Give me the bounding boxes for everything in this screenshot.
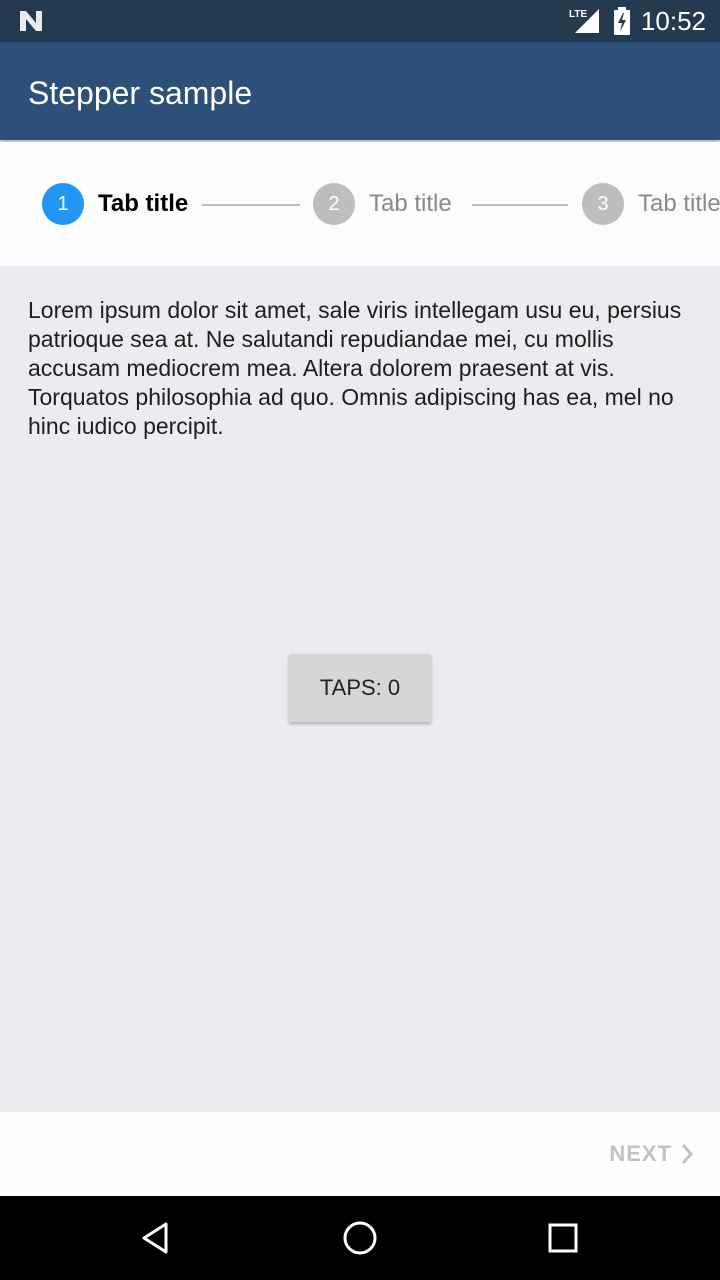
step-number-2: 2 xyxy=(313,183,355,225)
battery-charging-icon xyxy=(613,7,630,35)
back-icon[interactable] xyxy=(136,1216,180,1260)
chevron-right-icon xyxy=(681,1144,694,1164)
system-nav-bar xyxy=(0,1196,720,1280)
step-tab-1[interactable]: 1 Tab title xyxy=(42,182,188,226)
step-connector-1 xyxy=(202,204,300,206)
lte-signal-icon: LTE xyxy=(569,9,599,33)
status-bar: LTE 10:52 xyxy=(0,0,720,42)
content-text: Lorem ipsum dolor sit amet, sale viris i… xyxy=(28,297,682,439)
step-tab-3[interactable]: 3 Tab title xyxy=(582,182,720,226)
step-number-3: 3 xyxy=(582,183,624,225)
step-label-1: Tab title xyxy=(98,190,189,217)
app-bar: Stepper sample xyxy=(0,42,720,140)
home-icon[interactable] xyxy=(338,1216,382,1260)
step-content: Lorem ipsum dolor sit amet, sale viris i… xyxy=(0,266,720,1112)
step-connector-2 xyxy=(472,204,568,206)
step-label-3: Tab title xyxy=(638,190,720,217)
app-title: Stepper sample xyxy=(28,75,253,111)
step-number-1: 1 xyxy=(42,183,84,225)
next-label: NEXT xyxy=(609,1141,672,1166)
recents-icon[interactable] xyxy=(541,1216,585,1260)
stepper-bottom-bar: NEXT xyxy=(0,1112,720,1196)
network-label: LTE xyxy=(569,9,587,20)
next-button[interactable]: NEXT xyxy=(609,1136,694,1172)
stepper-tabs: 1 Tab title 2 Tab title 3 Tab title xyxy=(0,142,720,266)
step-tab-2[interactable]: 2 Tab title xyxy=(313,182,452,226)
step-label-2: Tab title xyxy=(369,190,452,217)
status-icons: LTE 10:52 xyxy=(569,7,706,35)
status-time: 10:52 xyxy=(640,6,706,36)
taps-button[interactable]: TAPS: 0 xyxy=(289,654,431,722)
n-logo-icon xyxy=(20,11,42,31)
